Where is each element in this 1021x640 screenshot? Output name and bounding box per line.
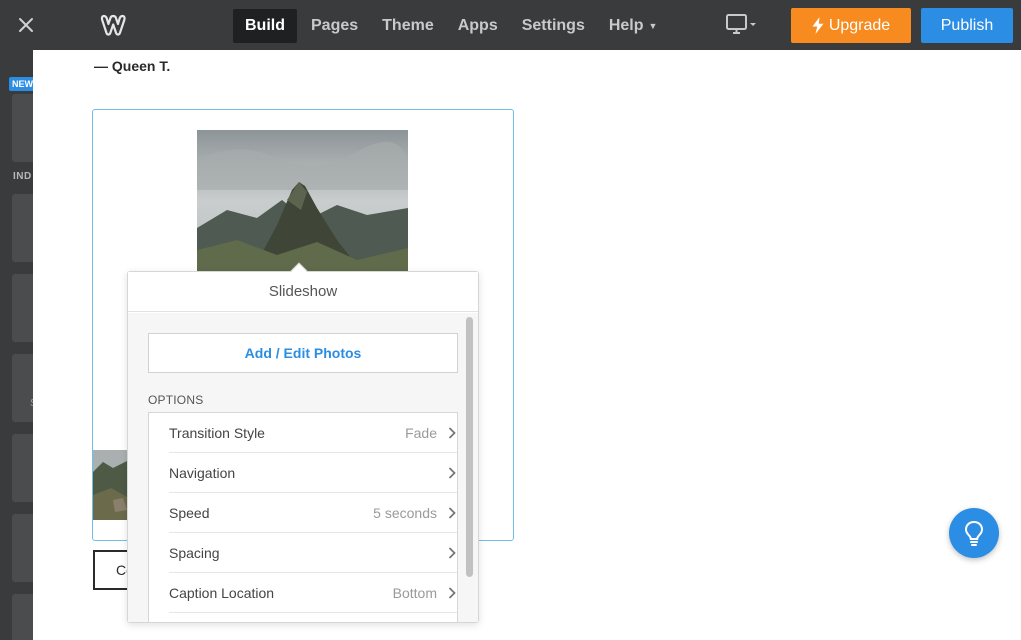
popover-scrollbar[interactable] — [466, 317, 473, 577]
option-value: Bottom — [392, 584, 437, 601]
chevron-right-icon — [447, 546, 457, 560]
bolt-icon — [812, 17, 824, 34]
desktop-icon — [726, 14, 756, 34]
chevron-right-icon — [447, 426, 457, 440]
slideshow-thumbnail[interactable] — [93, 450, 129, 520]
nav-pages[interactable]: Pages — [301, 9, 368, 43]
slideshow-settings-popover: Slideshow Add / Edit Photos OPTIONS Tran… — [127, 262, 479, 623]
elements-sidebar: NEW IND S — [0, 50, 33, 640]
option-speed[interactable]: Speed 5 seconds — [169, 493, 457, 533]
chevron-right-icon — [447, 506, 457, 520]
option-label: Spacing — [169, 544, 220, 561]
nav-help-label: Help — [608, 17, 644, 34]
quote-attribution: — Queen T. — [94, 58, 171, 74]
chevron-right-icon — [447, 586, 457, 600]
option-spacing[interactable]: Spacing — [169, 533, 457, 573]
nav-settings[interactable]: Settings — [512, 9, 595, 43]
options-list: Transition Style Fade Navigation Speed 5… — [148, 412, 458, 622]
nav-build-label: Build — [245, 17, 285, 34]
upgrade-button[interactable]: Upgrade — [791, 8, 911, 43]
nav-apps[interactable]: Apps — [448, 9, 508, 43]
slideshow-main-photo[interactable] — [197, 130, 408, 272]
popover-header: Slideshow — [128, 272, 478, 312]
sidebar-tile[interactable] — [12, 194, 33, 262]
sidebar-tile[interactable] — [12, 354, 33, 422]
sidebar-tile-letter: S — [30, 398, 33, 409]
weebly-logo[interactable] — [100, 12, 130, 38]
option-label: Caption Location — [169, 584, 275, 601]
option-label: Speed — [169, 504, 210, 521]
close-icon[interactable] — [12, 11, 40, 39]
publish-button[interactable]: Publish — [921, 8, 1013, 43]
add-edit-photos-button[interactable]: Add / Edit Photos — [148, 333, 458, 373]
nav-pages-label: Pages — [311, 17, 359, 34]
nav-settings-label: Settings — [521, 17, 585, 34]
sidebar-section-label: IND — [13, 171, 32, 182]
option-caption-location[interactable]: Caption Location Bottom — [169, 573, 457, 613]
nav-help[interactable]: Help ▼ — [599, 9, 668, 43]
device-preview-button[interactable] — [725, 13, 759, 37]
sidebar-tile[interactable] — [12, 594, 33, 640]
option-value: Fade — [405, 424, 437, 441]
option-label: Navigation — [169, 464, 236, 481]
main-nav: Build Pages Theme Apps Settings Help ▼ — [233, 9, 671, 43]
help-bubble-button[interactable] — [949, 508, 999, 558]
nav-apps-label: Apps — [457, 17, 498, 34]
options-heading: OPTIONS — [148, 393, 204, 407]
lightbulb-icon — [964, 520, 984, 546]
nav-theme[interactable]: Theme — [372, 9, 444, 43]
add-edit-photos-label: Add / Edit Photos — [244, 345, 362, 361]
option-value: 5 seconds — [373, 504, 437, 521]
chevron-right-icon — [447, 466, 457, 480]
nav-theme-label: Theme — [382, 17, 434, 34]
sidebar-tile[interactable] — [12, 514, 33, 582]
sidebar-tile[interactable] — [12, 94, 33, 162]
publish-label: Publish — [940, 16, 994, 34]
option-label: Transition Style — [169, 424, 265, 441]
nav-build[interactable]: Build — [233, 9, 297, 43]
popover-title: Slideshow — [268, 283, 338, 300]
caret-down-icon: ▼ — [648, 21, 658, 31]
top-bar: Build Pages Theme Apps Settings Help ▼ Up… — [0, 0, 1021, 50]
popover-body: Add / Edit Photos OPTIONS Transition Sty… — [128, 313, 478, 622]
upgrade-label: Upgrade — [828, 16, 891, 34]
new-badge: NEW — [9, 77, 33, 91]
sidebar-tile[interactable] — [12, 274, 33, 342]
option-navigation[interactable]: Navigation — [169, 453, 457, 493]
option-transition-style[interactable]: Transition Style Fade — [169, 413, 457, 453]
sidebar-tile[interactable] — [12, 434, 33, 502]
